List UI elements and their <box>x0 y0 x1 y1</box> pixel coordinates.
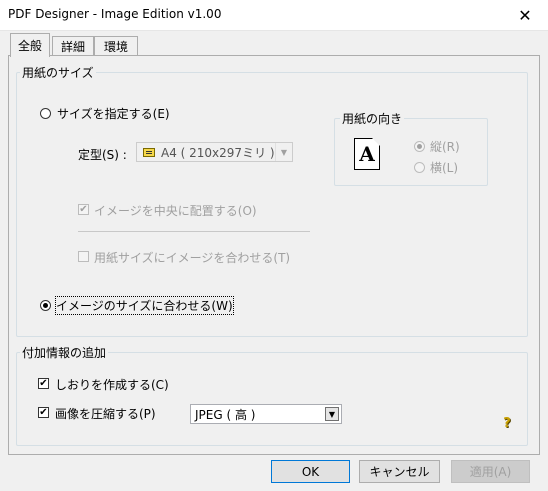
fit-to-paper-label: 用紙サイズにイメージを合わせる(T) <box>94 251 291 265</box>
bookmark-label: しおりを作成する(C) <box>55 378 169 392</box>
standard-size-value: A4 ( 210x297ミリ ) <box>161 145 275 160</box>
compression-combo[interactable]: JPEG ( 高 ) ▼ <box>190 404 342 424</box>
title-bar: PDF Designer - Image Edition v1.00 ✕ <box>0 0 548 31</box>
help-icon[interactable]: ? <box>501 415 513 431</box>
bookmark-checkbox[interactable]: ✔ <box>38 378 49 389</box>
specify-size-radio[interactable] <box>40 108 51 119</box>
separator-line <box>78 231 310 232</box>
help-glyph: ? <box>503 415 511 431</box>
chevron-down-icon: ▼ <box>275 143 292 161</box>
cancel-button[interactable]: キャンセル <box>359 460 440 483</box>
cancel-label: キャンセル <box>369 465 430 479</box>
standard-size-label: 定型(S) : <box>78 148 127 162</box>
close-icon: ✕ <box>518 5 532 25</box>
landscape-label: 横(L) <box>430 161 459 175</box>
tab-environment[interactable]: 環境 <box>94 36 138 56</box>
compress-image-checkbox[interactable]: ✔ <box>38 407 49 418</box>
orientation-group-title: 用紙の向き <box>340 110 405 127</box>
tab-details-label: 詳細 <box>60 40 85 54</box>
page-corner-fold <box>372 138 380 146</box>
standard-size-combo[interactable]: A4 ( 210x297ミリ ) ▼ <box>136 142 293 162</box>
additional-info-group <box>16 352 528 446</box>
additional-info-group-title: 付加情報の追加 <box>20 344 109 361</box>
match-image-size-label: イメージのサイズに合わせる(W) <box>55 296 234 315</box>
apply-button[interactable]: 適用(A) <box>451 460 530 483</box>
tab-details[interactable]: 詳細 <box>52 36 94 56</box>
ok-label: OK <box>301 464 320 479</box>
tab-general[interactable]: 全般 <box>10 33 50 57</box>
portrait-label: 縦(R) <box>430 140 460 154</box>
match-image-size-radio[interactable] <box>40 300 51 311</box>
center-image-label: イメージを中央に配置する(O) <box>94 204 257 218</box>
ok-button[interactable]: OK <box>271 460 350 483</box>
compress-image-label: 画像を圧縮する(P) <box>55 407 156 421</box>
landscape-radio[interactable] <box>414 162 425 173</box>
fit-to-paper-checkbox[interactable] <box>78 251 89 262</box>
center-image-checkbox[interactable]: ✔ <box>78 204 89 215</box>
window-title: PDF Designer - Image Edition v1.00 <box>8 7 222 21</box>
compression-value: JPEG ( 高 ) <box>195 407 256 422</box>
tab-environment-label: 環境 <box>103 40 128 54</box>
tab-general-label: 全般 <box>17 39 42 53</box>
paper-size-group-title: 用紙のサイズ <box>20 64 96 81</box>
paper-size-icon <box>143 147 155 157</box>
chevron-down-icon: ▼ <box>325 407 339 421</box>
portrait-radio[interactable] <box>414 141 425 152</box>
close-button[interactable]: ✕ <box>502 0 548 30</box>
specify-size-label: サイズを指定する(E) <box>57 107 170 121</box>
apply-label: 適用(A) <box>469 465 512 479</box>
